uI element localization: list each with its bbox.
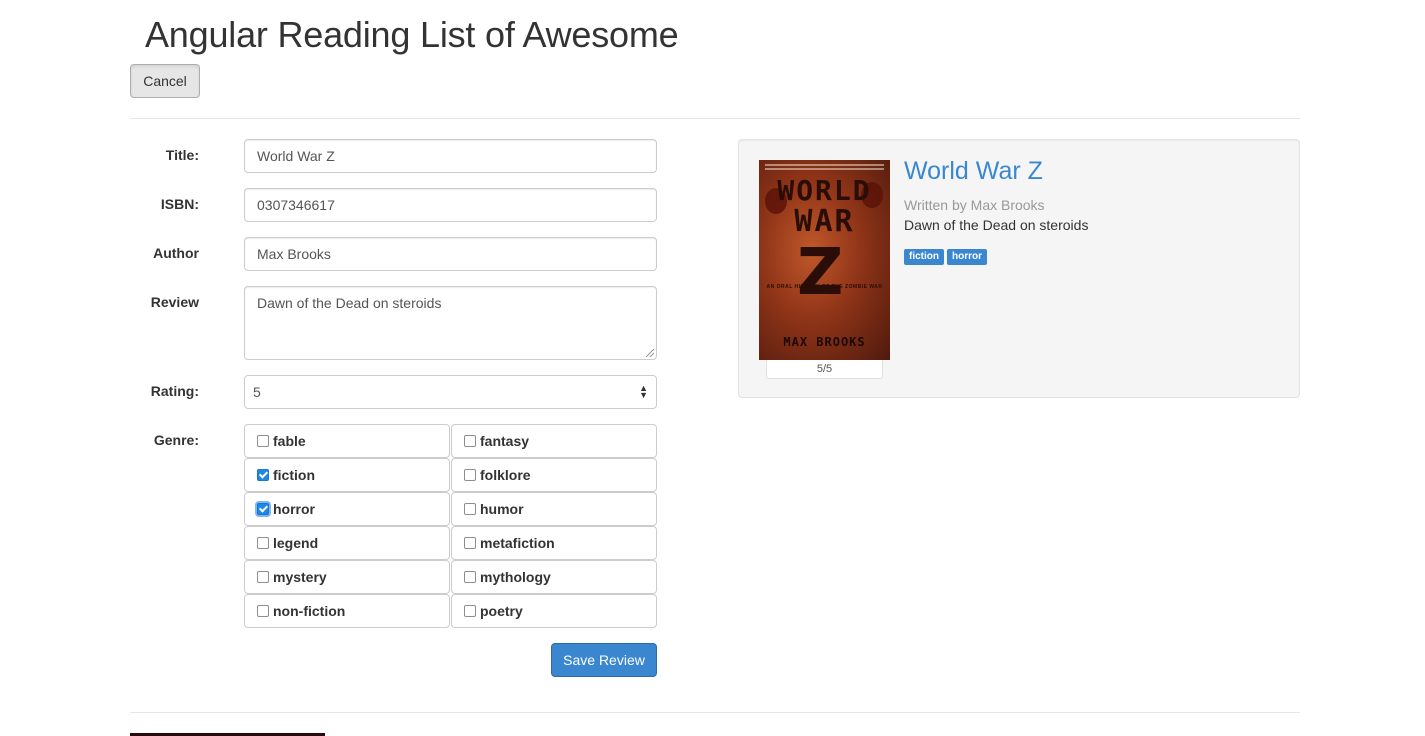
isbn-label: ISBN: [160, 196, 199, 212]
genre-label: fiction [273, 467, 315, 483]
cover-blurb [765, 164, 884, 174]
genre-label: Genre: [153, 432, 199, 448]
genre-label: folklore [480, 467, 531, 483]
genre-tag: horror [947, 249, 987, 265]
genre-label: fantasy [480, 433, 530, 449]
book-author: Written by Max Brooks [904, 197, 1045, 213]
genre-label: non-fiction [273, 603, 346, 619]
select-arrows-icon: ▲ ▼ [639, 383, 648, 400]
genre-tags: fiction horror [904, 249, 987, 265]
genre-checkbox[interactable] [464, 469, 476, 481]
rating-caption: 5/5 [766, 360, 883, 379]
cover-letter-z: Z [797, 236, 844, 310]
book-preview-panel: WORLD WAR Z AN ORAL HISTORY OF THE ZOMBI… [738, 139, 1300, 398]
genre-label: fable [273, 433, 306, 449]
cancel-button[interactable]: Cancel [130, 64, 200, 98]
genre-option-metafiction[interactable]: metafiction [451, 526, 657, 560]
genre-option-fable[interactable]: fable [244, 424, 450, 458]
rating-select[interactable]: 5 ▲ ▼ [244, 375, 657, 409]
genre-checkbox[interactable] [464, 605, 476, 617]
page-title: Angular Reading List of Awesome [145, 14, 679, 55]
genre-option-fiction[interactable]: fiction [244, 458, 450, 492]
genre-checkbox-grid: fable fantasy fiction folklore horror humor le… [244, 424, 657, 628]
genre-label: mystery [273, 569, 327, 585]
book-review: Dawn of the Dead on steroids [904, 217, 1089, 233]
genre-option-folklore[interactable]: folklore [451, 458, 657, 492]
genre-label: horror [273, 501, 315, 517]
save-review-button[interactable]: Save Review [551, 643, 657, 677]
book-cover-image: WORLD WAR Z AN ORAL HISTORY OF THE ZOMBI… [759, 160, 890, 360]
genre-option-fantasy[interactable]: fantasy [451, 424, 657, 458]
genre-option-mythology[interactable]: mythology [451, 560, 657, 594]
genre-checkbox[interactable] [257, 435, 269, 447]
genre-option-non-fiction[interactable]: non-fiction [244, 594, 450, 628]
cover-word-war: WAR [794, 204, 855, 239]
title-field[interactable]: World War Z [244, 139, 657, 173]
review-textarea[interactable]: Dawn of the Dead on steroids [244, 286, 657, 360]
book-title: World War Z [904, 157, 1043, 185]
genre-checkbox[interactable] [257, 503, 269, 515]
genre-option-legend[interactable]: legend [244, 526, 450, 560]
genre-option-horror[interactable]: horror [244, 492, 450, 526]
cover-word-world: WORLD [777, 174, 872, 207]
genre-checkbox[interactable] [464, 503, 476, 515]
divider [130, 118, 1300, 119]
genre-label: legend [273, 535, 319, 551]
genre-option-poetry[interactable]: poetry [451, 594, 657, 628]
genre-checkbox[interactable] [257, 605, 269, 617]
genre-label: metafiction [480, 535, 555, 551]
genre-label: humor [480, 501, 524, 517]
author-label: Author [153, 245, 199, 261]
genre-option-humor[interactable]: humor [451, 492, 657, 526]
genre-checkbox[interactable] [464, 537, 476, 549]
genre-option-mystery[interactable]: mystery [244, 560, 450, 594]
genre-checkbox[interactable] [464, 435, 476, 447]
divider [130, 712, 1300, 713]
genre-checkbox[interactable] [257, 571, 269, 583]
resize-handle-icon[interactable] [646, 349, 654, 357]
genre-checkbox[interactable] [257, 469, 269, 481]
genre-checkbox[interactable] [464, 571, 476, 583]
rating-selected-value: 5 [253, 384, 261, 400]
author-field[interactable]: Max Brooks [244, 237, 657, 271]
review-text: Dawn of the Dead on steroids [257, 295, 442, 311]
isbn-field[interactable]: 0307346617 [244, 188, 657, 222]
genre-label: poetry [480, 603, 523, 619]
cover-subtitle: AN ORAL HISTORY OF THE ZOMBIE WAR [766, 284, 883, 290]
cover-author: MAX BROOKS [783, 335, 866, 349]
genre-tag: fiction [904, 249, 944, 265]
review-label: Review [150, 294, 199, 310]
rating-label: Rating: [150, 383, 199, 399]
title-label: Title: [165, 147, 199, 163]
genre-label: mythology [480, 569, 551, 585]
genre-checkbox[interactable] [257, 537, 269, 549]
